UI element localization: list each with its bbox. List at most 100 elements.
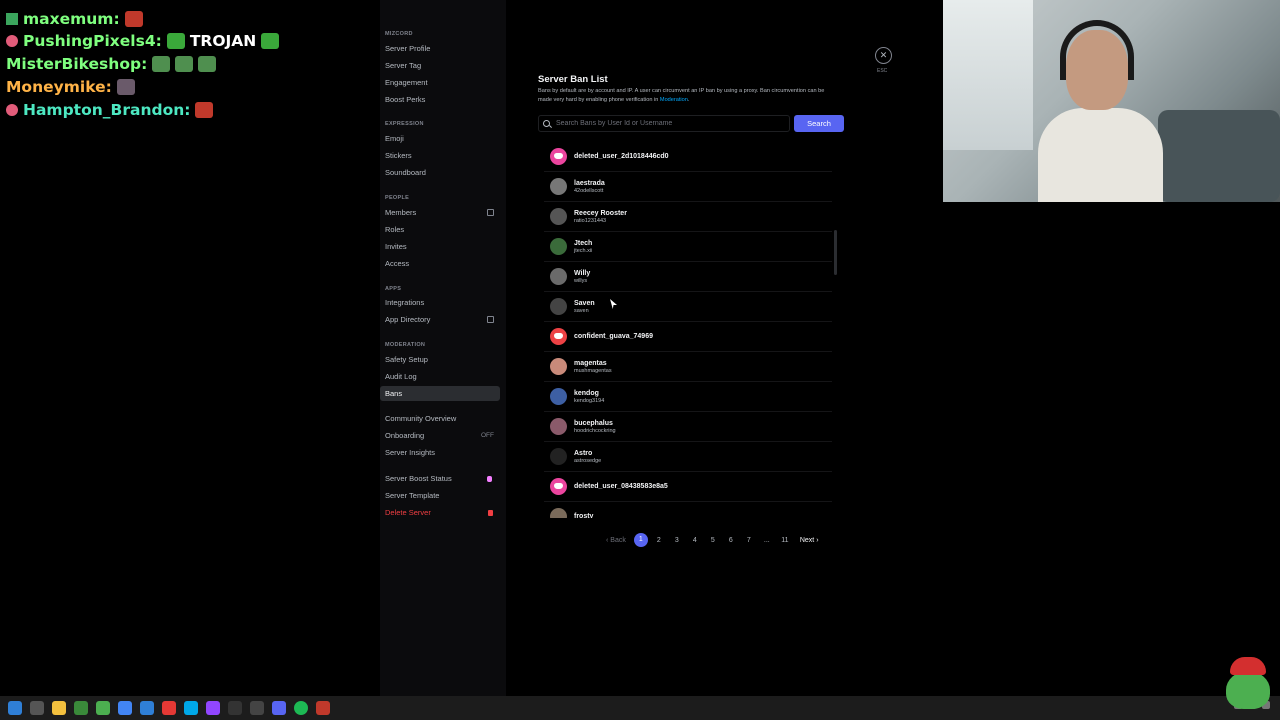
back-button[interactable]: ‹ Back [606,537,626,544]
webcam-person [1038,20,1163,202]
sidebar-item-label: Safety Setup [385,355,428,364]
sidebar-item-app-directory[interactable]: App Directory [380,312,500,327]
page-button[interactable]: 6 [722,537,740,544]
ban-display-name: deleted_user_08438583e8a5 [574,483,668,490]
ban-username: ratio1231443 [574,217,607,224]
esc-hint: ESC [877,68,888,74]
avatar [550,508,567,518]
sidebar-item-engagement[interactable]: Engagement [380,75,500,90]
sidebar-item-label: Onboarding [385,431,425,440]
boost-icon [487,475,492,482]
ban-row[interactable]: Jtech jtech.xii [544,232,832,262]
app-icon[interactable] [184,701,198,715]
sidebar-item-label: Integrations [385,298,425,307]
app-icon[interactable] [316,701,330,715]
ban-row[interactable]: Willy willys [544,262,832,292]
sidebar-item-label: Community Overview [385,414,457,423]
ban-username: astrosedge [574,457,602,464]
emote-icon [124,11,143,27]
sidebar-item-community-overview[interactable]: Community Overview [380,411,500,426]
edge-icon[interactable] [140,701,154,715]
sidebar-item-integrations[interactable]: Integrations [380,295,500,310]
ban-row[interactable]: kendog kendog3194 [544,382,832,412]
sidebar-item-server-template[interactable]: Server Template [380,488,500,503]
scrollbar-thumb[interactable] [834,230,837,275]
sidebar-item-emoji[interactable]: Emoji [380,131,500,146]
avatar [550,448,567,465]
moderation-link[interactable]: Moderation [660,97,688,103]
sidebar-item-roles[interactable]: Roles [380,222,500,237]
ban-row[interactable]: confident_guava_74969 [544,322,832,352]
search-taskbar-icon[interactable] [30,701,44,715]
sidebar-section-moderation: MODERATION [385,342,426,348]
app-icon[interactable] [74,701,88,715]
ban-username: saven [574,307,589,314]
sidebar-item-members[interactable]: Members [380,205,500,220]
ban-row[interactable]: frosty [544,502,832,518]
page-button[interactable]: 7 [740,537,758,544]
sidebar-item-invites[interactable]: Invites [380,239,500,254]
sidebar-item-soundboard[interactable]: Soundboard [380,165,500,180]
sidebar-item-bans[interactable]: Bans [380,386,500,401]
sidebar-item-server-profile[interactable]: Server Profile [380,41,500,56]
app-icon[interactable] [96,701,110,715]
chat-username: PushingPixels4: [23,32,162,50]
app-icon[interactable] [162,701,176,715]
close-button[interactable]: ✕ [875,47,892,64]
spotify-icon[interactable] [294,701,308,715]
page-title: Server Ban List [538,74,608,85]
sidebar-item-server-insights[interactable]: Server Insights [380,445,500,460]
ban-row[interactable]: Astro astrosedge [544,442,832,472]
twitch-icon[interactable] [206,701,220,715]
next-button[interactable]: Next › [800,537,819,544]
emote-icon [116,79,135,95]
sidebar-item-safety-setup[interactable]: Safety Setup [380,352,500,367]
page-button[interactable]: 11 [776,537,794,544]
sidebar-item-label: Soundboard [385,168,426,177]
sidebar-item-label: App Directory [385,315,431,324]
ban-row[interactable]: deleted_user_08438583e8a5 [544,472,832,502]
avatar [550,238,567,255]
search-input[interactable] [556,120,786,127]
chat-line: Hampton_Brandon: [6,101,214,119]
ban-row[interactable]: Saven saven [544,292,832,322]
ban-row[interactable]: bucephalus hoodrichcockring [544,412,832,442]
ban-display-name: confident_guava_74969 [574,333,653,340]
next-label: Next [799,536,815,544]
external-link-icon [487,209,494,216]
obs-icon[interactable] [228,701,242,715]
page-button[interactable]: 1 [633,533,648,547]
emote-icon [175,56,194,72]
app-icon[interactable] [250,701,264,715]
sidebar-item-label: Members [385,208,417,217]
sidebar-item-stickers[interactable]: Stickers [380,148,500,163]
sidebar-item-boost-perks[interactable]: Boost Perks [380,92,500,107]
ban-row[interactable]: magentas mushmagentas [544,352,832,382]
ban-display-name: magentas [574,359,607,367]
discord-icon[interactable] [272,701,286,715]
sidebar-item-access[interactable]: Access [380,256,500,271]
search-button[interactable]: Search [794,115,844,132]
windows-start-icon[interactable] [8,701,22,715]
ban-row[interactable]: Reecey Rooster ratio1231443 [544,202,832,232]
ban-display-name: bucephalus [574,419,613,427]
sidebar-item-server-tag[interactable]: Server Tag [380,58,500,73]
search-icon [543,120,550,127]
page-button[interactable]: 2 [650,537,668,544]
sidebar-item-label: Server Template [385,491,440,500]
sidebar-item-audit-log[interactable]: Audit Log [380,369,500,384]
sidebar-item-server-boost-status[interactable]: Server Boost Status [380,471,500,486]
ban-row[interactable]: laestrada 42odellscott [544,172,832,202]
page-button[interactable]: 3 [668,537,686,544]
file-explorer-icon[interactable] [52,701,66,715]
search-field[interactable] [538,115,790,132]
chrome-icon[interactable] [118,701,132,715]
sidebar-server-name: MIZCORD [385,31,413,37]
sidebar-item-delete-server[interactable]: Delete Server [380,505,500,520]
page-button[interactable]: 4 [686,537,704,544]
sidebar-item-onboarding[interactable]: Onboarding OFF [380,428,500,443]
ban-row[interactable]: deleted_user_2d1018446cd0 [544,142,832,172]
sidebar-section-expression: EXPRESSION [385,121,424,127]
page-button[interactable]: 5 [704,537,722,544]
ban-username: kendog3194 [574,397,605,404]
